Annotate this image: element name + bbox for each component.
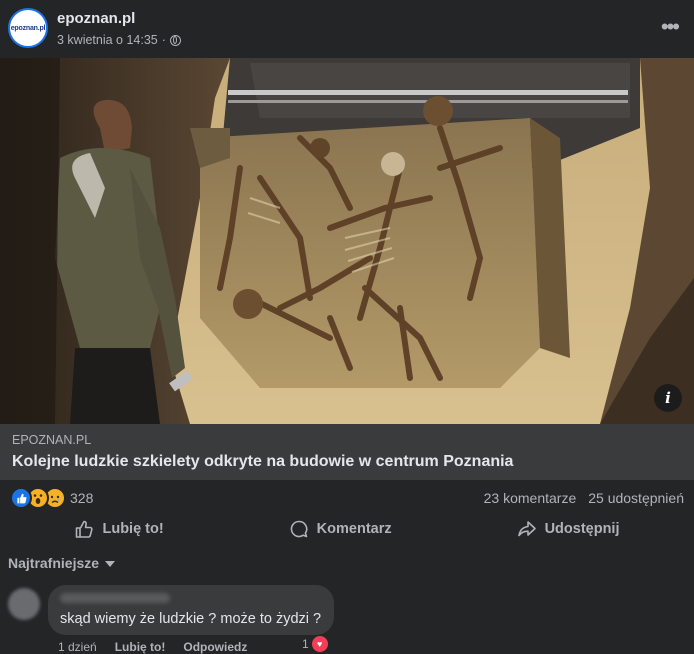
comment-reply-button[interactable]: Odpowiedz	[183, 640, 247, 654]
comment-avatar[interactable]	[8, 588, 40, 620]
link-domain: EPOZNAN.PL	[12, 433, 92, 447]
comment-button[interactable]: Komentarz	[269, 519, 412, 539]
post-actions: Lubię to! Komentarz Udostępnij	[12, 514, 682, 544]
post-meta: 3 kwietnia o 14:35 ·	[57, 33, 181, 47]
like-icon	[10, 487, 32, 509]
page-avatar[interactable]: epoznan.pl	[8, 8, 48, 48]
excavation-photo	[0, 58, 694, 424]
comment-sort-dropdown[interactable]: Najtrafniejsze	[8, 555, 116, 571]
comment-button-label: Komentarz	[316, 521, 392, 537]
sort-label: Najtrafniejsze	[8, 555, 100, 571]
comment-footer: 1 dzień Lubię to! Odpowiedz	[58, 640, 247, 654]
comment-time[interactable]: 1 dzień	[58, 640, 97, 654]
post-header: epoznan.pl epoznan.pl 3 kwietnia o 14:35…	[0, 0, 694, 58]
heart-icon: ♥	[311, 636, 328, 652]
share-button[interactable]: Udostępnij	[497, 519, 640, 539]
post-date-link[interactable]: 3 kwietnia o 14:35	[57, 33, 158, 47]
reaction-count[interactable]: 328	[70, 490, 93, 506]
share-icon	[517, 521, 536, 537]
stat-links: 23 komentarze 25 udostępnień	[484, 490, 684, 506]
post-stats: 328 23 komentarze 25 udostępnień	[0, 480, 694, 514]
post-photo[interactable]: i	[0, 58, 694, 424]
comment-like-button[interactable]: Lubię to!	[115, 640, 166, 654]
comment-reaction-count: 1	[302, 637, 309, 651]
comment-bubble: skąd wiemy że ludzkie ? może to żydzi ?	[48, 585, 334, 635]
like-button[interactable]: Lubię to!	[54, 519, 183, 539]
comment-text: skąd wiemy że ludzkie ? może to żydzi ?	[60, 611, 322, 627]
share-button-label: Udostępnij	[544, 521, 620, 537]
globe-icon[interactable]	[169, 34, 181, 46]
link-preview[interactable]: EPOZNAN.PL Kolejne ludzkie szkielety odk…	[0, 424, 694, 480]
thumbs-up-icon	[76, 520, 94, 538]
page-name-link[interactable]: epoznan.pl	[57, 10, 135, 27]
info-icon[interactable]: i	[654, 384, 682, 412]
comments-count-link[interactable]: 23 komentarze	[484, 490, 577, 506]
shares-count-link[interactable]: 25 udostępnień	[588, 490, 684, 506]
more-options-icon[interactable]: •••	[661, 16, 680, 38]
link-title[interactable]: Kolejne ludzkie szkielety odkryte na bud…	[12, 453, 513, 471]
meta-separator: ·	[161, 33, 166, 47]
comment-icon	[290, 520, 308, 538]
reaction-icons[interactable]	[10, 487, 66, 509]
like-button-label: Lubię to!	[102, 521, 164, 537]
comment-author-redacted[interactable]	[60, 593, 170, 603]
chevron-down-icon	[105, 561, 116, 567]
page-logo: epoznan.pl	[10, 24, 46, 32]
comment-reactions[interactable]: 1 ♥	[302, 636, 328, 652]
